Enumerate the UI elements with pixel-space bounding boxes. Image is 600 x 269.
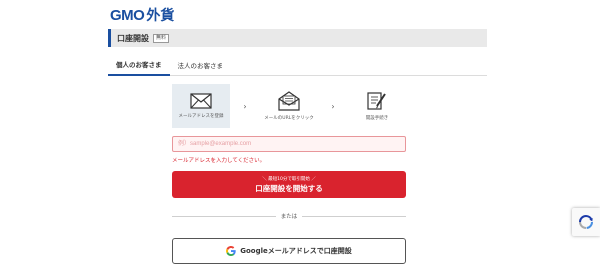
or-divider: または xyxy=(172,211,407,221)
logo-kanji-text: 外貨 xyxy=(146,8,175,24)
tab-individual[interactable]: 個人のお客さま xyxy=(108,54,170,76)
step-label: メールのURLをクリック xyxy=(264,116,314,121)
signup-steps: メールアドレスを登録 › メールのURLをクリック › 開設手続き xyxy=(172,84,406,128)
envelope-icon xyxy=(190,93,212,109)
page-title-bar: 口座開設 無料 xyxy=(108,29,487,47)
divider-text: または xyxy=(280,214,298,220)
logo-gmo-text: GMO xyxy=(110,6,145,24)
divider-line xyxy=(172,215,276,217)
step-register-email: メールアドレスを登録 xyxy=(172,84,230,128)
start-account-opening-button[interactable]: ＼ 最短10分で取引開始 ／ 口座開設を開始する xyxy=(172,171,406,198)
site-logo[interactable]: GMO 外貨 xyxy=(110,6,175,25)
email-error-message: メールアドレスを入力してください。 xyxy=(172,158,266,164)
google-icon xyxy=(226,246,236,256)
divider-line xyxy=(302,215,407,217)
open-mail-icon xyxy=(278,91,300,111)
google-signup-label: Googleメールアドレスで口座開設 xyxy=(240,247,352,255)
google-signup-button[interactable]: Googleメールアドレスで口座開設 xyxy=(172,238,406,264)
document-pen-icon xyxy=(367,92,386,110)
step-click-url: メールのURLをクリック xyxy=(260,84,318,128)
cta-label: 口座開設を開始する xyxy=(255,183,323,193)
recaptcha-icon xyxy=(579,214,594,229)
page-title: 口座開設 xyxy=(117,33,149,43)
free-badge: 無料 xyxy=(153,33,170,43)
step-application: 開設手続き xyxy=(348,84,406,128)
recaptcha-badge[interactable] xyxy=(572,208,600,236)
step-label: 開設手続き xyxy=(365,116,389,121)
chevron-right-icon: › xyxy=(243,101,247,111)
chevron-right-icon: › xyxy=(331,101,335,111)
step-label: メールアドレスを登録 xyxy=(178,114,224,119)
cta-subtext: ＼ 最短10分で取引開始 ／ xyxy=(262,176,316,182)
tab-corporate[interactable]: 法人のお客さま xyxy=(170,54,232,75)
email-field[interactable] xyxy=(172,136,406,152)
customer-type-tabs: 個人のお客さま 法人のお客さま xyxy=(108,54,487,76)
